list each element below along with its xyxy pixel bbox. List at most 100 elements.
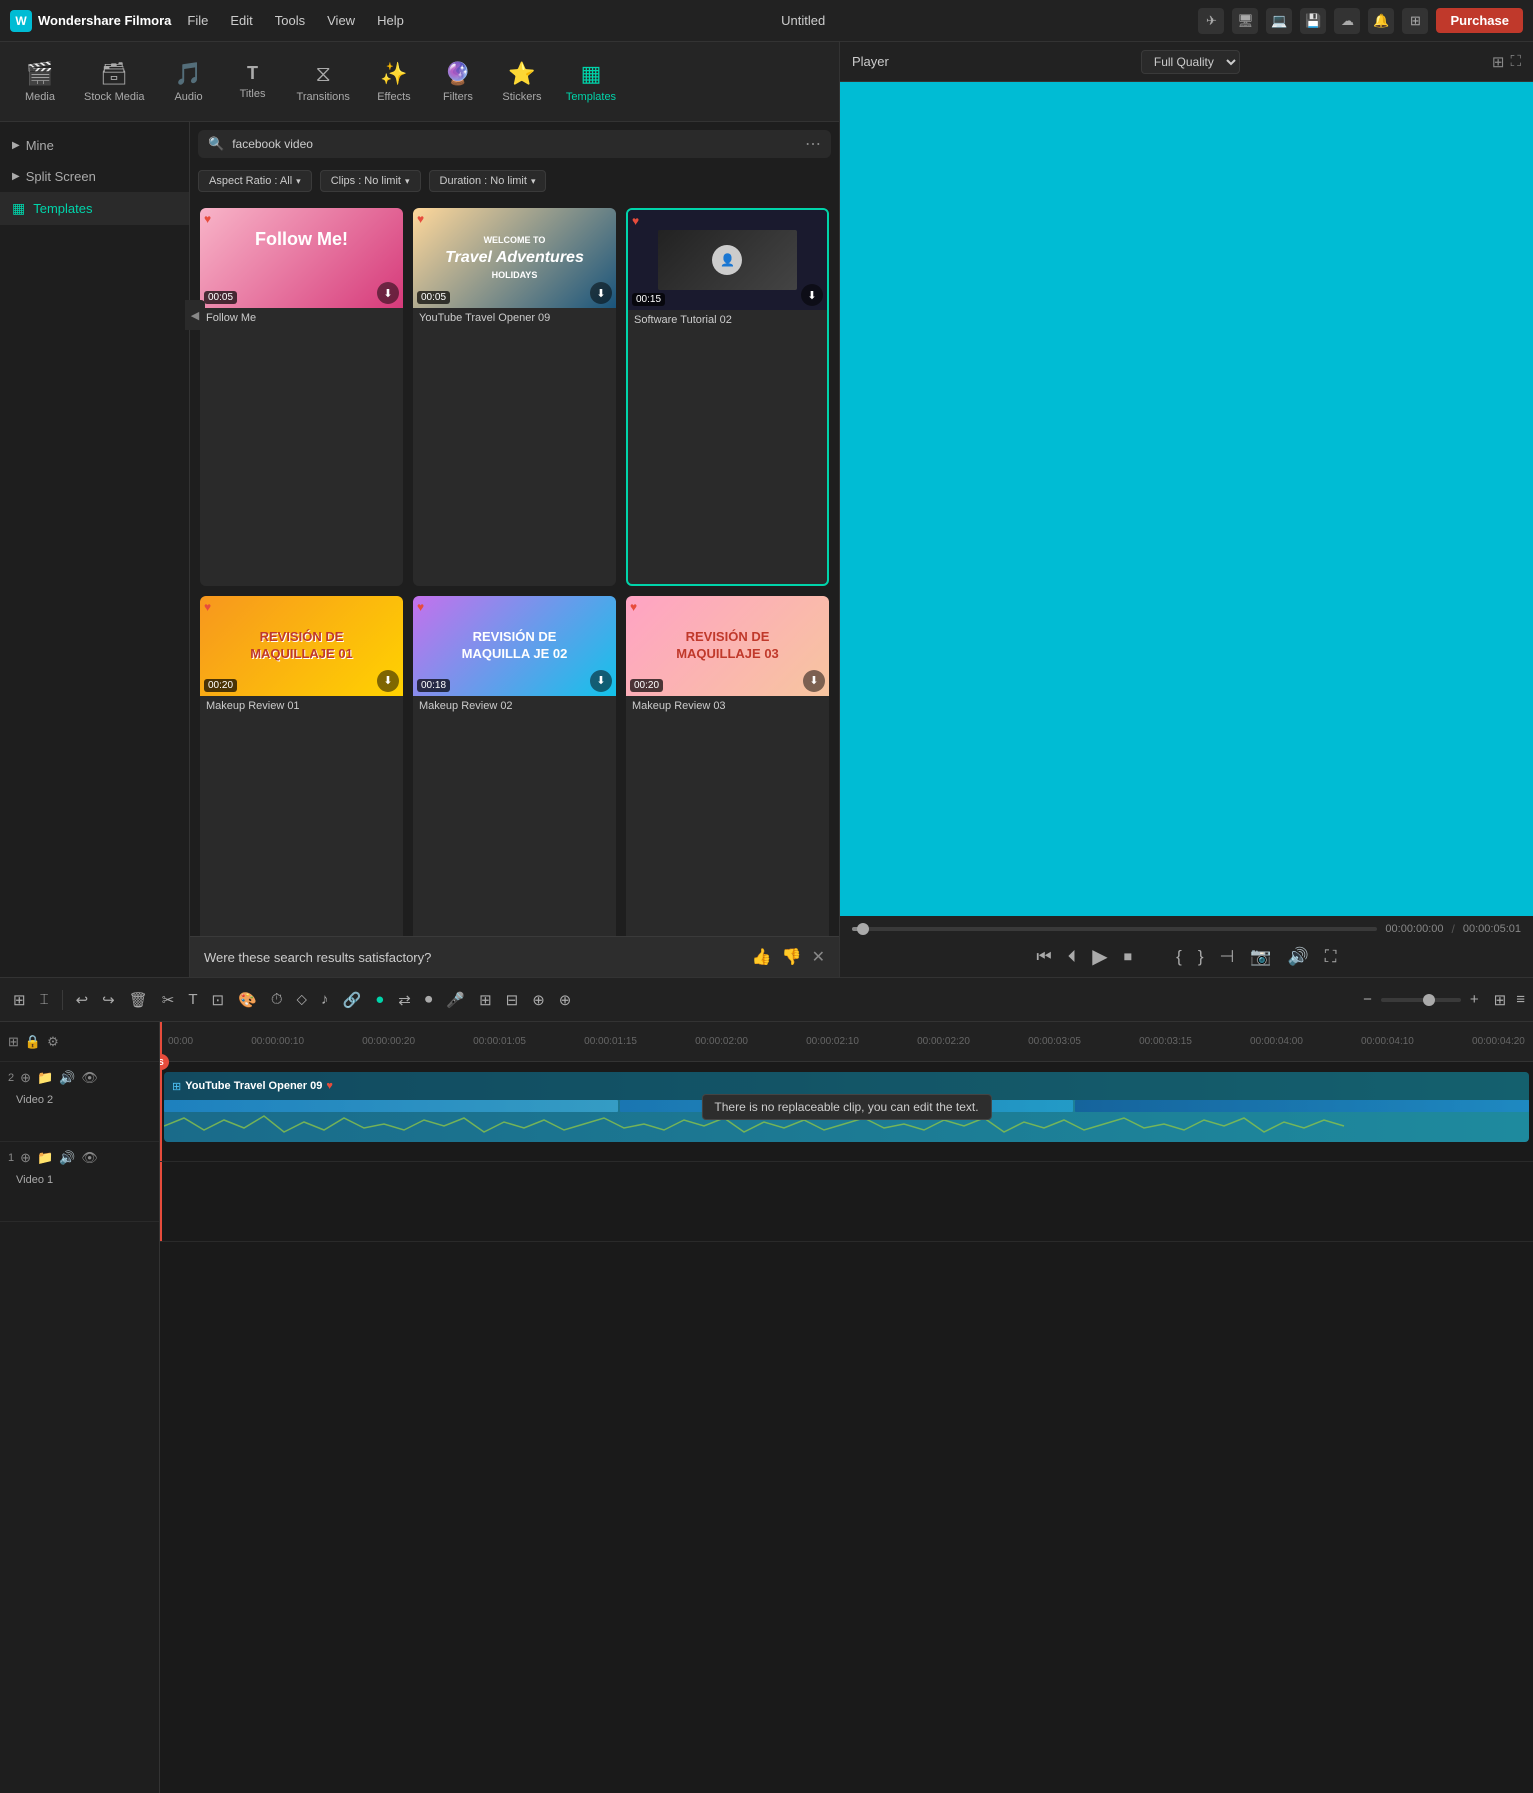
video1-eye-icon[interactable]: 👁: [81, 1150, 98, 1166]
menu-view[interactable]: View: [323, 11, 359, 30]
replace-btn[interactable]: ⇄: [393, 988, 416, 1012]
makeup1-label: Makeup Review 01: [200, 696, 403, 716]
video2-eye-icon[interactable]: 👁: [81, 1070, 98, 1086]
zoom-bar[interactable]: [1381, 998, 1461, 1002]
template-card-makeup1[interactable]: REVISIÓN DEMAQUILLAJE 01 ♥ 00:20 ⬇ Makeu…: [200, 596, 403, 970]
tab-stickers[interactable]: ⭐ Stickers: [492, 55, 552, 109]
tab-effects[interactable]: ✨ Effects: [364, 55, 424, 109]
tab-templates[interactable]: ▦ Templates: [556, 55, 626, 109]
effects2-btn[interactable]: ⊕: [554, 988, 577, 1012]
tutorial-download-icon[interactable]: ⬇: [801, 284, 823, 306]
tab-filters[interactable]: 🔮 Filters: [428, 55, 488, 109]
yt-travel-download-icon[interactable]: ⬇: [590, 282, 612, 304]
menu-edit[interactable]: Edit: [226, 11, 256, 30]
audio-track-btn[interactable]: ♪: [316, 988, 334, 1011]
makeup2-download-icon[interactable]: ⬇: [590, 670, 612, 692]
stabilize-btn[interactable]: ⏺: [420, 988, 438, 1011]
template-card-makeup3[interactable]: REVISIÓN DEMAQUILLAJE 03 ♥ 00:20 ⬇ Makeu…: [626, 596, 829, 970]
timeline-grid-btn[interactable]: ⊞: [1494, 991, 1507, 1009]
timeline-list-btn[interactable]: ≡: [1516, 991, 1525, 1008]
tab-stock-media[interactable]: 🗃 Stock Media: [74, 55, 155, 109]
cut-btn[interactable]: ✂: [157, 988, 180, 1012]
more-options-icon[interactable]: ⋯: [805, 134, 821, 154]
menu-help[interactable]: Help: [373, 11, 408, 30]
zoom-in-btn[interactable]: +: [1465, 988, 1484, 1011]
makeup1-download-icon[interactable]: ⬇: [377, 670, 399, 692]
green-screen-btn[interactable]: ●: [370, 988, 389, 1011]
stop-button[interactable]: ⏹: [1120, 945, 1137, 969]
add-track-icon[interactable]: ⊞: [8, 1034, 19, 1050]
pip-btn[interactable]: ⊟: [501, 988, 524, 1012]
video1-add-icon[interactable]: ⊕: [20, 1150, 31, 1166]
notify-icon[interactable]: 🔔: [1368, 8, 1394, 34]
fullscreen-icon[interactable]: ⛶: [1510, 53, 1521, 71]
follow-me-download-icon[interactable]: ⬇: [377, 282, 399, 304]
template-card-follow-me[interactable]: Follow Me! ♥ 00:05 ⬇ Follow Me: [200, 208, 403, 586]
mark-in-button[interactable]: {: [1172, 945, 1186, 969]
makeup3-download-icon[interactable]: ⬇: [803, 670, 825, 692]
tab-titles[interactable]: T Titles: [223, 57, 283, 106]
undo-btn[interactable]: ↩: [71, 988, 94, 1012]
delete-btn[interactable]: 🗑: [124, 988, 153, 1012]
template-card-makeup2[interactable]: REVISIÓN DEMAQUILLA JE 02 ♥ 00:18 ⬇ Make…: [413, 596, 616, 970]
cloud-icon[interactable]: ☁: [1334, 8, 1360, 34]
sidebar-item-templates[interactable]: ▦ Templates: [0, 192, 189, 225]
crop-btn[interactable]: ⊡: [207, 988, 230, 1012]
video1-volume-icon[interactable]: 🔊: [59, 1150, 75, 1166]
sidebar-item-mine[interactable]: ▶ Mine: [0, 130, 189, 161]
template-card-software-tutorial[interactable]: 👤 ♥ 00:15 ⬇ Software Tutorial 02: [626, 208, 829, 586]
video1-folder-icon[interactable]: 📁: [37, 1150, 53, 1166]
speed-btn[interactable]: ⏱: [266, 988, 288, 1011]
color-btn[interactable]: 🎨: [233, 988, 262, 1012]
sidebar-item-split-screen[interactable]: ▶ Split Screen: [0, 161, 189, 192]
split-button[interactable]: ⊣: [1216, 945, 1239, 969]
sidebar-collapse-button[interactable]: ◀: [185, 300, 205, 330]
menu-file[interactable]: File: [183, 11, 212, 30]
snapshot-button[interactable]: 📷: [1246, 945, 1275, 969]
settings-track-icon[interactable]: ⚙: [47, 1034, 59, 1050]
video2-add-icon[interactable]: ⊕: [20, 1070, 31, 1086]
timeline-clip[interactable]: ⊞ YouTube Travel Opener 09 ♥: [164, 1072, 1529, 1142]
frame-back-button[interactable]: ⏴: [1064, 945, 1081, 969]
lock-track-icon[interactable]: 🔒: [25, 1034, 41, 1050]
audio-button[interactable]: 🔊: [1283, 945, 1312, 969]
devices-icon[interactable]: 💻: [1266, 8, 1292, 34]
thumbs-down-button[interactable]: 👎: [782, 947, 802, 967]
grid-icon[interactable]: ⊞: [1402, 8, 1428, 34]
redo-btn[interactable]: ↪: [97, 988, 120, 1012]
text-btn[interactable]: T: [183, 988, 202, 1011]
zoom-out-btn[interactable]: −: [1358, 988, 1377, 1011]
more-btn[interactable]: ⊕: [527, 988, 550, 1012]
send-icon[interactable]: ✈: [1198, 8, 1224, 34]
duration-filter[interactable]: Duration : No limit ▾: [429, 170, 547, 192]
monitor-icon[interactable]: 🖥: [1232, 8, 1258, 34]
play-button[interactable]: ▶: [1088, 942, 1111, 971]
multi-btn[interactable]: ⊞: [474, 988, 497, 1012]
purchase-button[interactable]: Purchase: [1436, 8, 1523, 33]
clips-filter[interactable]: Clips : No limit ▾: [320, 170, 421, 192]
tab-media[interactable]: 🎬 Media: [10, 55, 70, 109]
mark-out-button[interactable]: }: [1194, 945, 1208, 969]
timeline-ruler[interactable]: 00:00 00:00:00:10 00:00:00:20 00:00:01:0…: [160, 1022, 1533, 1062]
snap-btn[interactable]: ⌶: [35, 988, 54, 1011]
grid-view-icon[interactable]: ⊞: [1492, 53, 1505, 71]
tab-audio[interactable]: 🎵 Audio: [159, 55, 219, 109]
keyframe-btn[interactable]: ⬦: [292, 988, 313, 1011]
link-btn[interactable]: 🔗: [338, 988, 367, 1012]
feedback-close-button[interactable]: ✕: [812, 947, 825, 967]
progress-bar[interactable]: [852, 927, 1377, 931]
thumbs-up-button[interactable]: 👍: [752, 947, 772, 967]
video2-volume-icon[interactable]: 🔊: [59, 1070, 75, 1086]
fullscreen-ctrl-button[interactable]: ⛶: [1321, 945, 1341, 969]
tab-transitions[interactable]: ⧖ Transitions: [287, 55, 360, 109]
template-card-yt-travel[interactable]: WELCOME TOTravel AdventuresHOLIDAYS ♥ 00…: [413, 208, 616, 586]
aspect-ratio-filter[interactable]: Aspect Ratio : All ▾: [198, 170, 312, 192]
save-icon[interactable]: 💾: [1300, 8, 1326, 34]
grid-timeline-btn[interactable]: ⊞: [8, 988, 31, 1012]
quality-select[interactable]: Full Quality: [1141, 50, 1240, 74]
video2-folder-icon[interactable]: 📁: [37, 1070, 53, 1086]
step-back-button[interactable]: ⏮: [1032, 945, 1055, 969]
mic-btn[interactable]: 🎤: [441, 988, 470, 1012]
search-input[interactable]: [232, 137, 797, 151]
menu-tools[interactable]: Tools: [271, 11, 309, 30]
